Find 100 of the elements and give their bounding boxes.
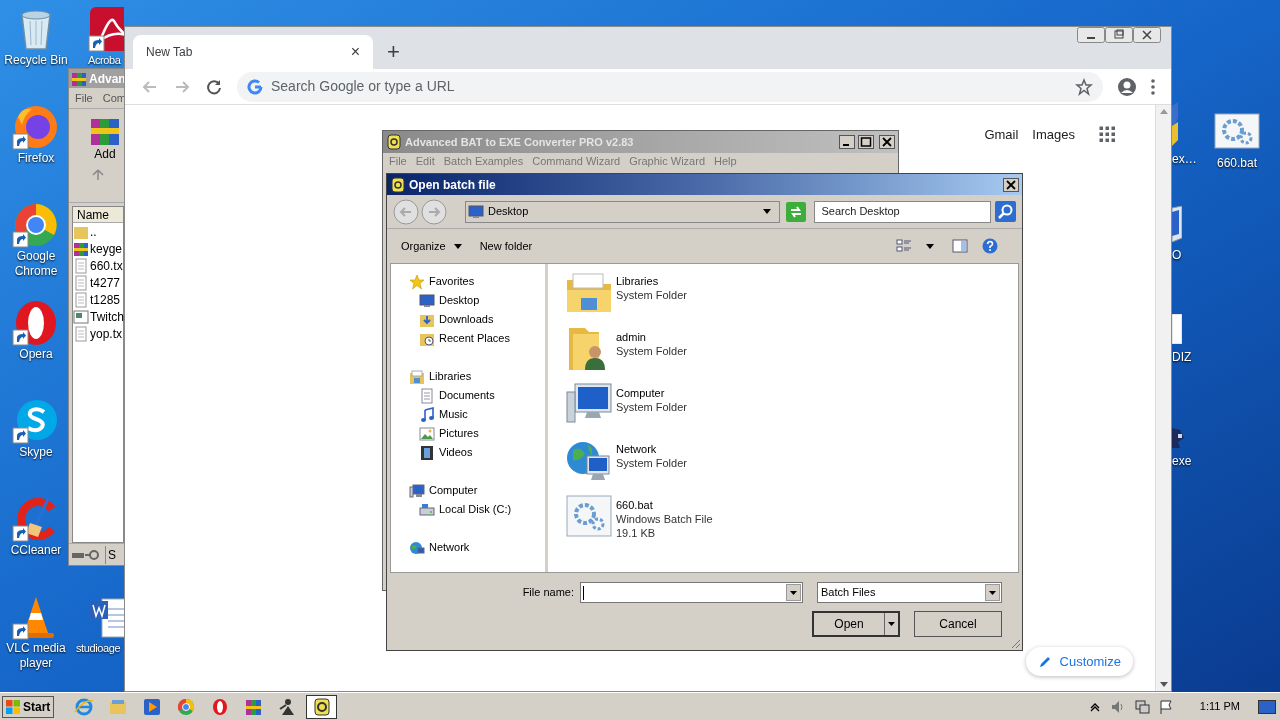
play-icon xyxy=(141,696,162,717)
cancel-button[interactable]: Cancel xyxy=(914,611,1002,637)
column-header[interactable]: Name xyxy=(73,207,123,223)
star-icon xyxy=(1075,77,1093,96)
chevron-up-icon xyxy=(1089,701,1100,712)
app-icon xyxy=(311,696,332,717)
file-name[interactable]: Twitch xyxy=(90,307,124,326)
tab-title: New Tab xyxy=(146,44,193,61)
toolbar-button[interactable]: Add xyxy=(89,115,121,161)
nav-item[interactable]: Desktop xyxy=(391,291,545,310)
nav-label: Libraries xyxy=(429,369,472,385)
file-name[interactable]: 660.tx xyxy=(90,256,123,275)
file-name[interactable]: keyge xyxy=(90,239,123,258)
document-icon xyxy=(419,387,435,404)
file-name[interactable]: t1285 xyxy=(90,290,121,309)
file-name[interactable]: .. xyxy=(90,222,97,241)
nav-item[interactable]: Computer xyxy=(391,481,545,500)
item-type: System Folder xyxy=(616,400,687,414)
nav-item[interactable]: Recent Places xyxy=(391,329,545,348)
list-entry[interactable]: admin System Folder xyxy=(565,324,1018,380)
item-type: Windows Batch File xyxy=(616,512,713,526)
nav-label: Music xyxy=(439,407,468,423)
icon-label: Recycle Bin xyxy=(3,53,69,68)
nav-item[interactable]: Libraries xyxy=(391,367,545,386)
file-name[interactable]: t4277 xyxy=(90,273,121,292)
item-type: System Folder xyxy=(616,344,687,358)
icon-label: 660.bat xyxy=(1216,156,1257,171)
icon-label: Google Chrome xyxy=(13,249,59,279)
windows-logo-icon xyxy=(5,698,21,715)
dropdown-arrow-icon xyxy=(763,209,772,214)
menu-item[interactable]: File xyxy=(75,89,93,107)
gear-file-icon xyxy=(565,492,613,540)
nav-label: Network xyxy=(429,540,470,556)
menu-icon xyxy=(1151,78,1155,95)
nav-item[interactable]: Music xyxy=(391,405,545,424)
address-field[interactable]: Desktop xyxy=(465,200,781,223)
start-button[interactable]: Start xyxy=(2,695,54,718)
icon-label: ex… xyxy=(1172,152,1197,167)
new-folder-button[interactable]: New folder xyxy=(479,237,533,255)
library-icon xyxy=(409,368,425,385)
item-type: System Folder xyxy=(616,288,687,302)
open-button[interactable]: Open xyxy=(812,611,900,637)
list-entry[interactable]: Computer System Folder xyxy=(565,380,1018,436)
nav-label: Recent Places xyxy=(439,331,510,347)
books-icon xyxy=(73,240,89,257)
nav-item[interactable]: Favorites xyxy=(391,272,545,291)
preview-pane-icon xyxy=(952,238,968,254)
nav-label: Favorites xyxy=(429,274,475,290)
apps-grid-icon xyxy=(1099,125,1117,144)
refresh-icon xyxy=(786,201,807,222)
list-entry[interactable]: Libraries System Folder xyxy=(565,268,1018,324)
scrollbar[interactable] xyxy=(1155,105,1171,691)
icon-label: CCleaner xyxy=(9,543,63,558)
scroll-up-icon xyxy=(1159,109,1168,114)
clock: 1:11 PM xyxy=(1199,699,1240,715)
view-options-icon xyxy=(896,238,912,254)
list-entry[interactable]: 660.bat Windows Batch File 19.1 KB xyxy=(565,492,1018,548)
nav-label: Downloads xyxy=(439,312,494,328)
tab-close-button[interactable]: × xyxy=(350,40,360,64)
nav-item[interactable]: Pictures xyxy=(391,424,545,443)
list-entry[interactable]: Network System Folder xyxy=(565,436,1018,492)
new-tab-button[interactable]: + xyxy=(387,41,400,63)
monitor-icon xyxy=(1172,206,1182,242)
nav-item[interactable]: Network xyxy=(391,538,545,557)
item-name: Computer xyxy=(616,386,666,400)
item-name: Network xyxy=(616,442,658,456)
header-link[interactable]: Gmail xyxy=(984,125,1019,145)
nav-item[interactable]: Videos xyxy=(391,443,545,462)
organize-button[interactable]: Organize xyxy=(401,237,462,255)
file-name[interactable]: yop.tx xyxy=(90,324,122,343)
address-bar[interactable]: Search Google or type a URL xyxy=(237,71,1103,102)
dropdown-arrow-icon xyxy=(926,243,934,249)
dropdown-arrow-icon xyxy=(884,613,898,635)
header-link[interactable]: Images xyxy=(1032,125,1075,145)
search-icon xyxy=(995,201,1016,222)
taskbar-button[interactable] xyxy=(306,694,337,719)
nav-label: Videos xyxy=(439,445,473,461)
icon-label: Acroba xyxy=(87,53,121,68)
drive-key-icon xyxy=(71,548,101,561)
maximize-icon xyxy=(858,135,874,149)
nav-label: Desktop xyxy=(439,293,480,309)
customize-button[interactable]: Customize xyxy=(1025,647,1133,676)
file-name-field[interactable] xyxy=(580,582,803,603)
film-strip-icon xyxy=(419,444,435,461)
monitor-icon xyxy=(468,203,484,220)
scroll-down-icon xyxy=(1159,682,1168,687)
browser-icon xyxy=(175,696,196,717)
nav-item[interactable]: Local Disk (C:) xyxy=(391,500,545,519)
search-field[interactable]: Search Desktop xyxy=(814,200,991,223)
nav-item[interactable]: Documents xyxy=(391,386,545,405)
browser-tab[interactable]: New Tab × xyxy=(133,35,373,69)
nav-label: Documents xyxy=(439,388,495,404)
nav-item[interactable]: Downloads xyxy=(391,310,545,329)
nav-label: Pictures xyxy=(439,426,479,442)
file-type-dropdown[interactable]: Batch Files xyxy=(817,582,1002,603)
music-note-icon xyxy=(419,406,435,423)
computer-icon xyxy=(409,482,425,499)
item-type: System Folder xyxy=(616,456,687,470)
help-icon xyxy=(982,238,998,254)
drive-icon xyxy=(419,501,435,518)
